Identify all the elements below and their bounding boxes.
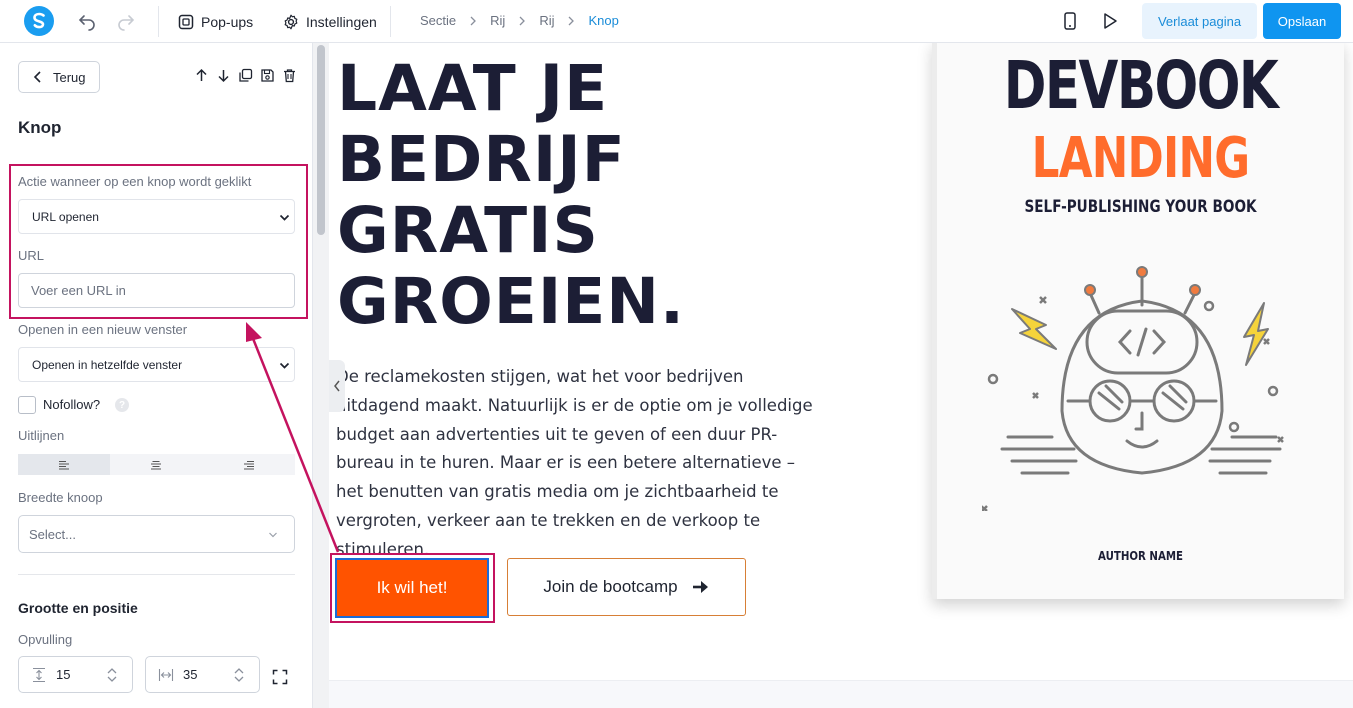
width-label: Breedte knoop (18, 490, 103, 505)
mobile-icon[interactable] (1060, 11, 1080, 31)
arrow-down-icon[interactable] (216, 68, 231, 83)
url-placeholder: Voer een URL in (31, 283, 126, 298)
copy-icon[interactable] (238, 68, 253, 83)
horizontal-padding-icon (158, 668, 174, 681)
chevron-down-icon (279, 214, 290, 221)
cta-secondary-label: Join de bootcamp (543, 577, 678, 596)
help-icon[interactable]: ? (115, 398, 129, 412)
padding-vertical-input[interactable]: 15 (18, 656, 133, 693)
width-select-placeholder: Select... (29, 526, 76, 542)
section-divider (18, 574, 295, 575)
leave-page-button[interactable]: Verlaat pagina (1142, 3, 1257, 39)
chevron-left-icon (334, 380, 340, 392)
robot-head-illustration (982, 266, 1302, 511)
panel-title: Knop (18, 118, 62, 137)
page-canvas: LAAT JE BEDRIJF GRATIS GROEIEN. De recla… (329, 43, 1353, 708)
align-right-icon (243, 460, 254, 469)
settings-sidebar: Terug Knop Actie wanneer op een knop wor… (0, 43, 313, 708)
breadcrumb: Sectie Rij Rij Knop (420, 13, 619, 28)
action-select[interactable]: URL openen (18, 199, 295, 234)
popup-icon (178, 14, 194, 30)
size-section-title: Grootte en positie (18, 600, 138, 616)
book-cover-image[interactable]: DEVBOOK LANDING SELF-PUBLISHING YOUR BOO… (932, 43, 1344, 599)
hero-headline[interactable]: LAAT JE BEDRIJF GRATIS GROEIEN. (337, 53, 685, 337)
back-label: Terug (53, 69, 86, 85)
popups-label: Pop-ups (201, 14, 254, 30)
url-label: URL (18, 248, 45, 263)
settings-label: Instellingen (306, 14, 377, 30)
play-icon[interactable] (1100, 11, 1120, 31)
book-title-line1: DEVBOOK (1003, 47, 1279, 124)
expand-icon[interactable] (272, 669, 288, 685)
stepper-icon[interactable] (233, 666, 245, 684)
back-button[interactable]: Terug (18, 61, 100, 93)
arrow-right-icon (692, 581, 708, 593)
toolbar-divider (158, 6, 159, 37)
headline-line: GRATIS (337, 194, 599, 267)
stepper-icon[interactable] (106, 666, 118, 684)
chevron-right-icon (519, 16, 526, 25)
settings-button[interactable]: Instellingen (283, 12, 377, 32)
vertical-padding-icon (33, 667, 45, 682)
cta-secondary-button[interactable]: Join de bootcamp (507, 558, 746, 616)
undo-icon[interactable] (77, 11, 97, 31)
padding-vertical-value: 15 (56, 667, 71, 682)
headline-line: GROEIEN. (337, 265, 685, 338)
chevron-right-icon (470, 16, 477, 25)
book-author: AUTHOR NAME (1098, 549, 1183, 563)
padding-horizontal-value: 35 (183, 667, 198, 682)
new-window-select[interactable]: Openen in hetzelfde venster (18, 347, 295, 382)
align-left-icon (59, 460, 70, 469)
align-center-button[interactable] (110, 454, 202, 475)
popups-button[interactable]: Pop-ups (178, 12, 253, 32)
padding-label: Opvulling (18, 632, 73, 647)
chevron-down-icon (279, 362, 290, 369)
element-tools (194, 68, 297, 83)
padding-horizontal-input[interactable]: 35 (145, 656, 260, 693)
align-left-button[interactable] (18, 454, 111, 475)
logo-icon[interactable] (24, 6, 54, 36)
sidebar-collapse-toggle[interactable] (329, 360, 345, 412)
action-label: Actie wanneer op een knop wordt geklikt (18, 174, 252, 189)
width-select[interactable]: Select... (18, 515, 295, 553)
align-center-icon (151, 460, 162, 469)
new-window-select-value: Openen in hetzelfde venster (32, 357, 183, 372)
chevron-right-icon (569, 16, 575, 25)
next-section-preview (329, 680, 1353, 708)
toolbar-divider (390, 6, 391, 37)
headline-line: BEDRIJF (337, 123, 626, 196)
cta-primary-button[interactable]: Ik wil het! (335, 558, 489, 618)
chevron-down-icon (269, 532, 277, 538)
book-subtitle: SELF-PUBLISHING YOUR BOOK (1024, 197, 1257, 217)
redo-icon[interactable] (116, 11, 136, 31)
action-select-value: URL openen (32, 209, 99, 224)
save-button[interactable]: Opslaan (1263, 3, 1341, 39)
breadcrumb-section[interactable]: Sectie (420, 13, 456, 28)
gear-icon (284, 14, 298, 30)
hero-body-text[interactable]: De reclamekosten stijgen, wat het voor b… (336, 363, 826, 565)
breadcrumb-row-inner[interactable]: Rij (539, 13, 554, 28)
align-right-button[interactable] (203, 454, 295, 475)
trash-icon[interactable] (282, 68, 297, 83)
url-input[interactable]: Voer een URL in (18, 273, 295, 308)
top-toolbar: Pop-ups Instellingen Sectie Rij Rij Knop… (0, 0, 1353, 43)
book-title-line2: LANDING (1031, 126, 1250, 191)
breadcrumb-row[interactable]: Rij (490, 13, 505, 28)
nofollow-label: Nofollow? (43, 397, 101, 412)
align-label: Uitlijnen (18, 428, 65, 443)
chevron-left-icon (33, 71, 41, 83)
save-icon[interactable] (260, 68, 275, 83)
align-toggle-group (18, 454, 295, 475)
headline-line: LAAT JE (337, 52, 609, 125)
arrow-up-icon[interactable] (194, 68, 209, 83)
scrollbar-thumb[interactable] (317, 45, 325, 235)
new-window-label: Openen in een nieuw venster (18, 322, 188, 337)
nofollow-checkbox[interactable] (18, 396, 36, 414)
breadcrumb-button[interactable]: Knop (588, 13, 618, 28)
